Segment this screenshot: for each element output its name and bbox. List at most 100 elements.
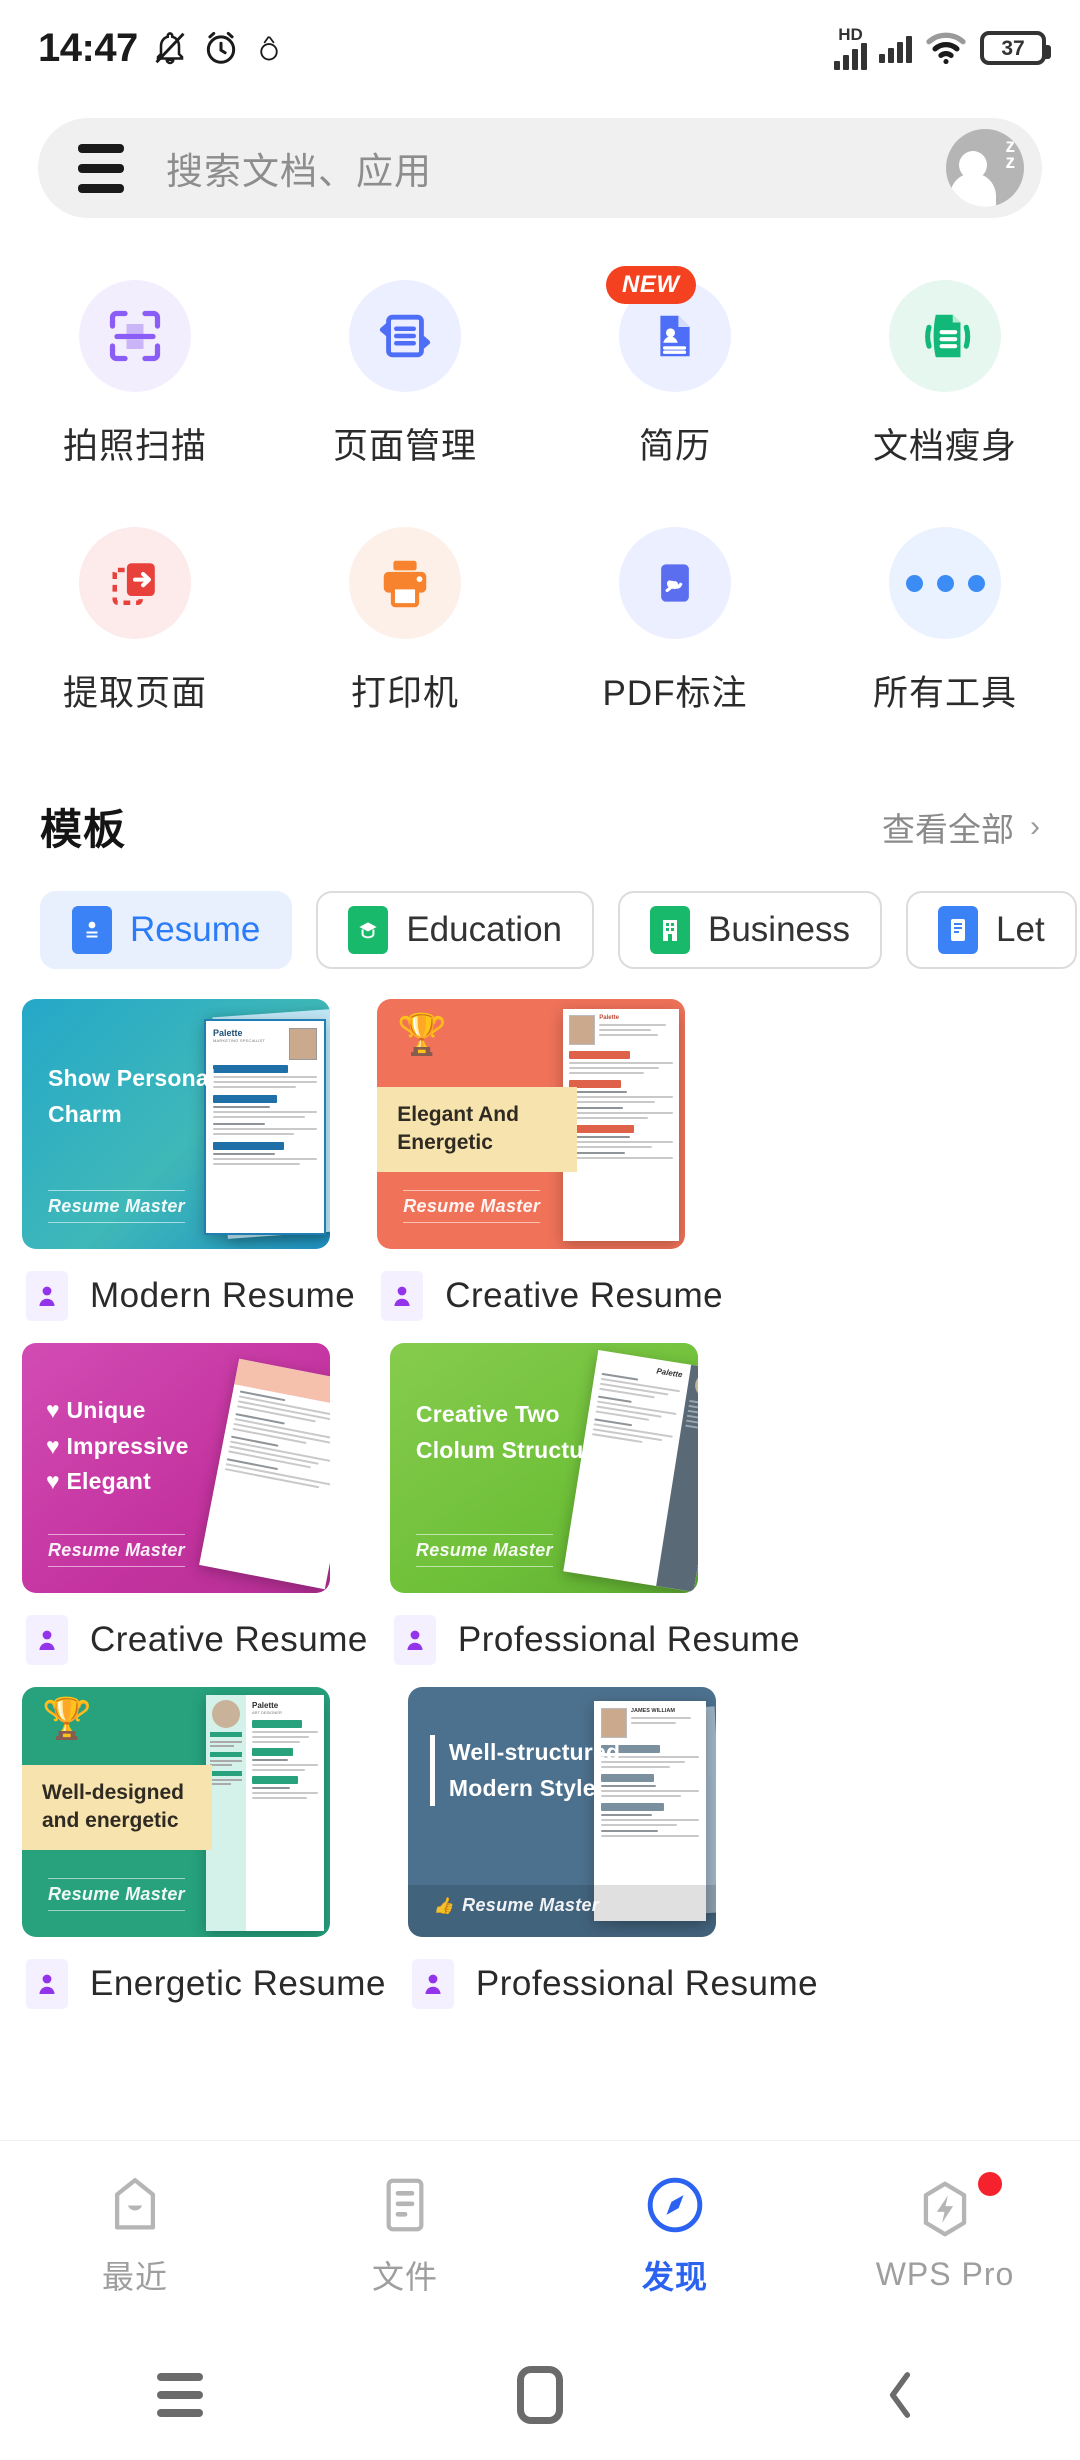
tab-resume[interactable]: Resume [40, 891, 293, 969]
bottom-navigation: 最近 文件 发现 WPS Pro [0, 2140, 1080, 2330]
tool-compress-doc[interactable]: 文档瘦身 [810, 280, 1080, 469]
tool-label: 文档瘦身 [872, 427, 1017, 466]
nav-label: WPS Pro [875, 2256, 1015, 2292]
tool-resume[interactable]: NEW 简历 [540, 266, 810, 469]
card-headline-line1: Creative Two [415, 1401, 560, 1427]
card-banner: Elegant And Energetic [377, 1087, 578, 1172]
trophy-icon: 🏆 [397, 1013, 448, 1057]
tool-extract-page[interactable]: 提取页面 [0, 527, 270, 716]
alarm-icon [206, 31, 235, 64]
back-icon[interactable] [840, 2355, 960, 2435]
wifi-icon [926, 32, 966, 65]
template-card[interactable]: Palette MARKETING SPECIALIST Show Person… [22, 999, 330, 1249]
tab-education[interactable]: Education [316, 891, 594, 969]
resume-tab-icon [72, 906, 112, 954]
tool-pdf-annotate[interactable]: PDF标注 [540, 527, 810, 716]
tool-printer[interactable]: 打印机 [270, 527, 540, 716]
view-all-button[interactable]: 查看全部 › [882, 803, 1040, 851]
tab-label: Education [406, 910, 562, 949]
app-screen: 14:47 HD 37 搜索文档、应用 z z 拍照扫描 页面管理 NEW 简历… [0, 0, 1080, 2460]
card-caption-label: Professional Resume [457, 1620, 801, 1659]
battery-icon: 37 [980, 31, 1051, 65]
search-bar[interactable]: 搜索文档、应用 zz [38, 118, 1042, 218]
template-category-tabs[interactable]: Resume Education Business Let [0, 857, 1080, 969]
tool-row-2: 提取页面 打印机 PDF标注 所有工具 [0, 527, 1080, 716]
view-all-label: 查看全部 [882, 810, 1014, 848]
template-card[interactable]: JAMES WILLIAM Well-structured Modern Sty… [407, 1687, 716, 1937]
home-icon[interactable] [480, 2355, 600, 2435]
card-headline-line1: Show Personal [48, 1065, 216, 1091]
more-dots-icon [889, 527, 1001, 639]
tab-business[interactable]: Business [618, 891, 883, 969]
page-manage-icon [349, 280, 461, 392]
trophy-icon: 🏆 [42, 1697, 92, 1741]
card-brand: Resume Master [462, 1895, 600, 1915]
notification-badge [978, 2172, 1002, 2196]
tool-label: 简历 [638, 427, 711, 466]
person-icon [26, 1615, 68, 1665]
tab-label: Business [708, 910, 851, 949]
doc-role: MARKETING SPECIALIST [213, 1038, 266, 1043]
person-icon [26, 1271, 68, 1321]
pdf-annotate-icon [619, 527, 731, 639]
card-brand: Resume Master [48, 1534, 185, 1567]
page-title: 模板 [40, 806, 127, 853]
tool-all-tools[interactable]: 所有工具 [810, 527, 1080, 716]
sleep-indicator: zz [1005, 136, 1016, 174]
tab-label: Resume [130, 910, 261, 949]
template-card[interactable]: Palette 🏆 Elegant And Energetic Resume M… [377, 999, 686, 1249]
template-card[interactable]: Palette ♥ Unique ♥ Impressive ♥ Elegant [22, 1343, 330, 1593]
wps-pro-icon [923, 2181, 967, 2237]
card-caption-label: Creative Resume [90, 1620, 368, 1659]
files-icon [386, 2178, 424, 2231]
tool-row-1: 拍照扫描 页面管理 NEW 简历 文档瘦身 [0, 266, 1080, 469]
card-banner: Well-designed and energetic [22, 1765, 212, 1850]
tool-label: PDF标注 [602, 674, 748, 713]
person-icon [393, 1615, 436, 1665]
nav-item-discover[interactable]: 发现 [540, 2174, 810, 2298]
nav-label: 文件 [371, 2258, 438, 2295]
battery-level: 37 [1001, 36, 1025, 60]
doc-name: JAMES WILLIAM [630, 1708, 675, 1714]
template-card-cell: Palette 🏆 Elegant And Energetic Resume M… [377, 999, 723, 1321]
status-time: 14:47 [38, 25, 138, 70]
tool-scan[interactable]: 拍照扫描 [0, 280, 270, 469]
nav-item-recent[interactable]: 最近 [0, 2174, 270, 2298]
card-caption: Professional Resume [393, 1615, 801, 1665]
hd-signal-group: HD [834, 26, 867, 70]
card-caption: Professional Resume [411, 1959, 819, 2009]
doc-name: Palette [252, 1701, 279, 1710]
template-card[interactable]: Palette Creative Two Clolum Structure Re… [389, 1343, 698, 1593]
template-card[interactable]: Palette ART DESIGNER 🏆 Well-designed and… [22, 1687, 330, 1937]
template-card-cell: JAMES WILLIAM Well-structured Modern Sty… [407, 1687, 819, 2009]
tab-label: Let [996, 910, 1045, 949]
card-bullet-1: ♥ Unique [46, 1397, 146, 1423]
new-badge: NEW [606, 266, 696, 304]
nav-item-files[interactable]: 文件 [270, 2174, 540, 2298]
doc-name: Palette [599, 1015, 619, 1021]
education-tab-icon [348, 906, 389, 954]
nav-label: 最近 [101, 2258, 168, 2295]
tool-label: 拍照扫描 [62, 427, 207, 466]
template-card-cell: Palette ART DESIGNER 🏆 Well-designed and… [22, 1687, 386, 2009]
template-card-cell: Palette ♥ Unique ♥ Impressive ♥ Elegant [22, 1343, 368, 1665]
hamburger-icon[interactable] [78, 143, 130, 193]
search-bar-container: 搜索文档、应用 zz [0, 96, 1080, 218]
card-caption-label: Professional Resume [475, 1964, 819, 2003]
tab-letter[interactable]: Let [906, 891, 1077, 969]
tool-page-manage[interactable]: 页面管理 [270, 280, 540, 469]
status-bar-right: HD 37 [834, 26, 1051, 70]
chevron-right-icon: › [1030, 809, 1040, 843]
avatar[interactable]: zz [946, 129, 1024, 207]
nav-label: 发现 [641, 2258, 708, 2295]
nav-item-wps-pro[interactable]: WPS Pro [810, 2172, 1080, 2293]
search-input[interactable]: 搜索文档、应用 [166, 141, 910, 195]
tool-label: 页面管理 [332, 427, 477, 466]
thumbs-up-icon: 👍 [433, 1897, 455, 1915]
card-headline: Elegant And Energetic [397, 1103, 519, 1155]
card-brand: Resume Master [48, 1190, 185, 1223]
status-bar: 14:47 HD 37 [0, 0, 1080, 96]
printer-icon [349, 527, 461, 639]
card-headline-line2: and energetic [42, 1809, 179, 1833]
recents-icon[interactable] [120, 2355, 240, 2435]
